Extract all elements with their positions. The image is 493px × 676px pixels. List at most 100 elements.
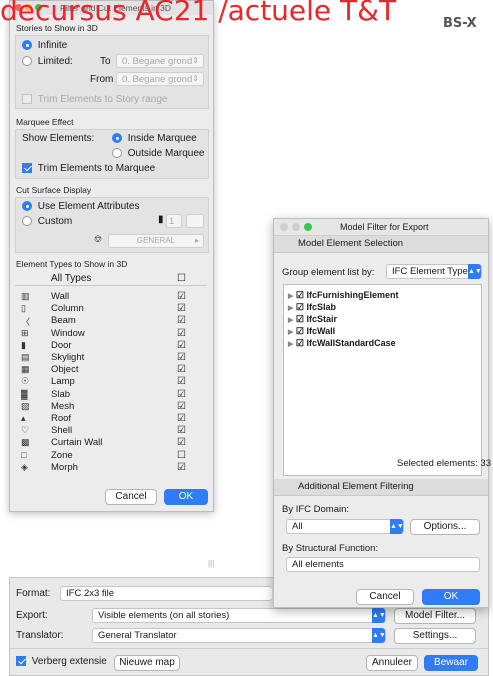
window-zoom-icon[interactable] [304, 223, 312, 231]
window-minimize-icon[interactable] [292, 223, 300, 231]
element-type-checkbox[interactable]: ☑ [177, 303, 186, 314]
element-type-row[interactable]: ▮ Door ☑ [15, 340, 207, 352]
element-type-checkbox[interactable]: ☑ [177, 413, 186, 424]
element-type-row[interactable]: ▓ Slab ☑ [15, 389, 207, 401]
ok-button[interactable]: OK [164, 489, 208, 505]
inside-marquee-radio[interactable] [112, 133, 122, 144]
tree-item[interactable]: ▶ ☑ IfcStair [288, 314, 337, 324]
resize-handle[interactable]: ||| [208, 559, 214, 568]
element-type-row[interactable]: 〈 Beam ☑ [15, 315, 207, 327]
outside-marquee-option[interactable]: Outside Marquee [112, 148, 205, 159]
pen-field[interactable]: 1 [166, 214, 182, 228]
element-type-row[interactable]: ☉ Lamp ☑ [15, 376, 207, 388]
outside-marquee-radio[interactable] [112, 148, 122, 159]
structural-function-select[interactable]: All elements [286, 557, 480, 572]
new-folder-button[interactable]: Nieuwe map [114, 655, 180, 671]
tree-item[interactable]: ▶ ☑ IfcFurnishingElement [288, 290, 399, 300]
window-close-icon[interactable] [280, 223, 288, 231]
fill-icon: ⎊ [94, 234, 102, 245]
model-filter-title: Model Filter for Export [340, 222, 429, 232]
fill-select[interactable]: GENERAL ▸ [108, 234, 204, 248]
hide-extension-checkbox[interactable] [16, 656, 26, 667]
translator-select[interactable]: General Translator ▲▼ [92, 628, 386, 643]
group-by-select[interactable]: IFC Element Type ▲▼ [386, 264, 482, 279]
tree-item-checkbox[interactable]: ☑ [296, 326, 304, 336]
export-select[interactable]: Visible elements (on all stories) ▲▼ [92, 608, 386, 623]
tree-item[interactable]: ▶ ☑ IfcWallStandardCase [288, 338, 396, 348]
tree-item[interactable]: ▶ ☑ IfcSlab [288, 302, 336, 312]
element-type-row[interactable]: ▴ Roof ☑ [15, 413, 207, 425]
inside-marquee-option[interactable]: Inside Marquee [112, 133, 197, 144]
tree-item-checkbox[interactable]: ☑ [296, 302, 304, 312]
element-type-row[interactable]: ▩ Curtain Wall ☑ [15, 437, 207, 449]
element-type-checkbox[interactable]: ☑ [177, 352, 186, 363]
infinite-option[interactable]: Infinite [22, 40, 67, 51]
element-type-label: Slab [51, 388, 71, 400]
lamp-icon: ☉ [21, 376, 30, 387]
tree-item-checkbox[interactable]: ☑ [296, 290, 304, 300]
trim-story-checkbox[interactable] [22, 94, 32, 105]
to-story-select[interactable]: 0. Begane grond ⇕ [116, 54, 204, 68]
element-type-checkbox[interactable]: ☑ [177, 425, 186, 436]
limited-radio[interactable] [22, 56, 32, 67]
save-button[interactable]: Bewaar [424, 655, 478, 671]
element-type-row[interactable]: ⊞ Window ☑ [15, 328, 207, 340]
element-type-label: Wall [51, 291, 70, 302]
use-attributes-radio[interactable] [22, 201, 32, 212]
stepper-icon: ⇕ [192, 74, 199, 83]
disclosure-triangle-icon[interactable]: ▶ [288, 329, 293, 336]
element-type-checkbox[interactable]: ☐ [177, 450, 186, 461]
model-filter-cancel-button[interactable]: Cancel [356, 589, 414, 605]
element-type-checkbox[interactable]: ☑ [177, 462, 186, 473]
element-type-row[interactable]: ▦ Object ☑ [15, 364, 207, 376]
tree-item[interactable]: ▶ ☑ IfcWall [288, 326, 335, 336]
element-type-checkbox[interactable]: ☑ [177, 437, 186, 448]
disclosure-triangle-icon[interactable]: ▶ [288, 305, 293, 312]
ifc-domain-select[interactable]: All ▲▼ [286, 519, 404, 534]
trim-marquee-option[interactable]: Trim Elements to Marquee [22, 163, 155, 174]
format-select[interactable]: IFC 2x3 file [60, 586, 272, 601]
infinite-radio[interactable] [22, 40, 32, 51]
element-type-checkbox[interactable]: ☑ [177, 389, 186, 400]
options-button[interactable]: Options... [410, 519, 480, 535]
element-type-checkbox[interactable]: ☑ [177, 328, 186, 339]
element-type-checkbox[interactable]: ☑ [177, 401, 186, 412]
hide-extension-option[interactable]: Verberg extensie [16, 656, 107, 667]
custom-option[interactable]: Custom [22, 216, 72, 227]
element-type-checkbox[interactable]: ☑ [177, 291, 186, 302]
element-type-row[interactable]: □ Zone ☐ [15, 450, 207, 462]
model-filter-button[interactable]: Model Filter... [394, 608, 476, 624]
element-type-row[interactable]: ▨ Mesh ☑ [15, 401, 207, 413]
model-filter-ok-button[interactable]: OK [422, 589, 480, 605]
element-type-label: Curtain Wall [51, 437, 103, 449]
element-type-row[interactable]: ♡ Shell ☑ [15, 425, 207, 437]
element-type-checkbox[interactable]: ☑ [177, 364, 186, 375]
element-type-checkbox[interactable]: ☑ [177, 340, 186, 351]
window-icon: ⊞ [21, 327, 29, 338]
disclosure-triangle-icon[interactable]: ▶ [288, 317, 293, 324]
all-types-row[interactable]: All Types ☐ [15, 273, 207, 286]
trim-story-option[interactable]: Trim Elements to Story range [22, 94, 167, 105]
limited-option[interactable]: Limited: [22, 56, 73, 67]
pattern-swatch[interactable] [186, 214, 204, 228]
stories-panel: Infinite Limited: To 0. Begane grond ⇕ F… [15, 35, 209, 109]
custom-radio[interactable] [22, 216, 32, 227]
tree-item-checkbox[interactable]: ☑ [296, 314, 304, 324]
settings-button[interactable]: Settings... [394, 628, 476, 644]
disclosure-triangle-icon[interactable]: ▶ [288, 341, 293, 348]
trim-marquee-checkbox[interactable] [22, 163, 32, 174]
element-type-checkbox[interactable]: ☑ [177, 315, 186, 326]
element-type-row[interactable]: ▤ Skylight ☑ [15, 352, 207, 364]
element-type-checkbox[interactable]: ☑ [177, 376, 186, 387]
element-tree[interactable]: ▶ ☑ IfcFurnishingElement ▶ ☑ IfcSlab ▶ ☑ I… [283, 284, 482, 476]
cancel-button[interactable]: Cancel [105, 489, 157, 505]
use-attributes-option[interactable]: Use Element Attributes [22, 201, 140, 212]
disclosure-triangle-icon[interactable]: ▶ [288, 293, 293, 300]
cancel-save-button[interactable]: Annuleer [366, 655, 418, 671]
tree-item-checkbox[interactable]: ☑ [296, 338, 304, 348]
all-types-checkbox[interactable]: ☐ [177, 273, 186, 284]
element-type-row[interactable]: ▥ Wall ☑ [15, 291, 207, 303]
from-story-select[interactable]: 0. Begane grond ⇕ [116, 72, 204, 86]
element-type-row[interactable]: ◈ Morph ☑ [15, 462, 207, 474]
element-type-row[interactable]: ▯ Column ☑ [15, 303, 207, 315]
